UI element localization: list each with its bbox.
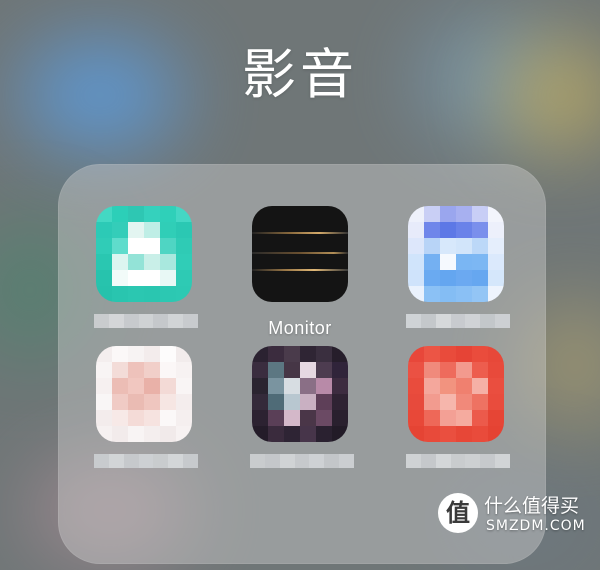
app-label-monitor: Monitor (268, 318, 332, 338)
pixelated-app-label (94, 314, 198, 328)
watermark-badge-icon: 值 (438, 493, 478, 533)
pixelated-app-label (94, 454, 198, 468)
monitor-line (252, 252, 348, 254)
app-teal[interactable] (94, 206, 198, 328)
folder-title[interactable]: 影音 (0, 30, 600, 109)
app-red[interactable] (406, 346, 510, 468)
pixelated-pink-app-icon (96, 346, 192, 442)
app-monitor[interactable]: Monitor (250, 206, 350, 339)
pixelated-app-label (406, 454, 510, 468)
app-dark[interactable] (250, 346, 354, 468)
pixelated-app-label (250, 454, 354, 468)
pixelated-red-app-icon (408, 346, 504, 442)
monitor-line (252, 232, 348, 234)
app-pink[interactable] (94, 346, 198, 468)
pixelated-dark-app-icon (252, 346, 348, 442)
monitor-app-icon (252, 206, 348, 302)
monitor-line (252, 269, 348, 271)
pixelated-teal-app-icon (96, 206, 192, 302)
watermark-text-cn: 什么值得买 (484, 495, 580, 517)
app-blue[interactable] (406, 206, 510, 328)
watermark-text-en: SMZDM.COM (486, 518, 586, 534)
smzdm-watermark: 值 什么值得买 SMZDM.COM (438, 491, 588, 541)
pixelated-app-label (406, 314, 510, 328)
pixelated-blue-app-icon (408, 206, 504, 302)
